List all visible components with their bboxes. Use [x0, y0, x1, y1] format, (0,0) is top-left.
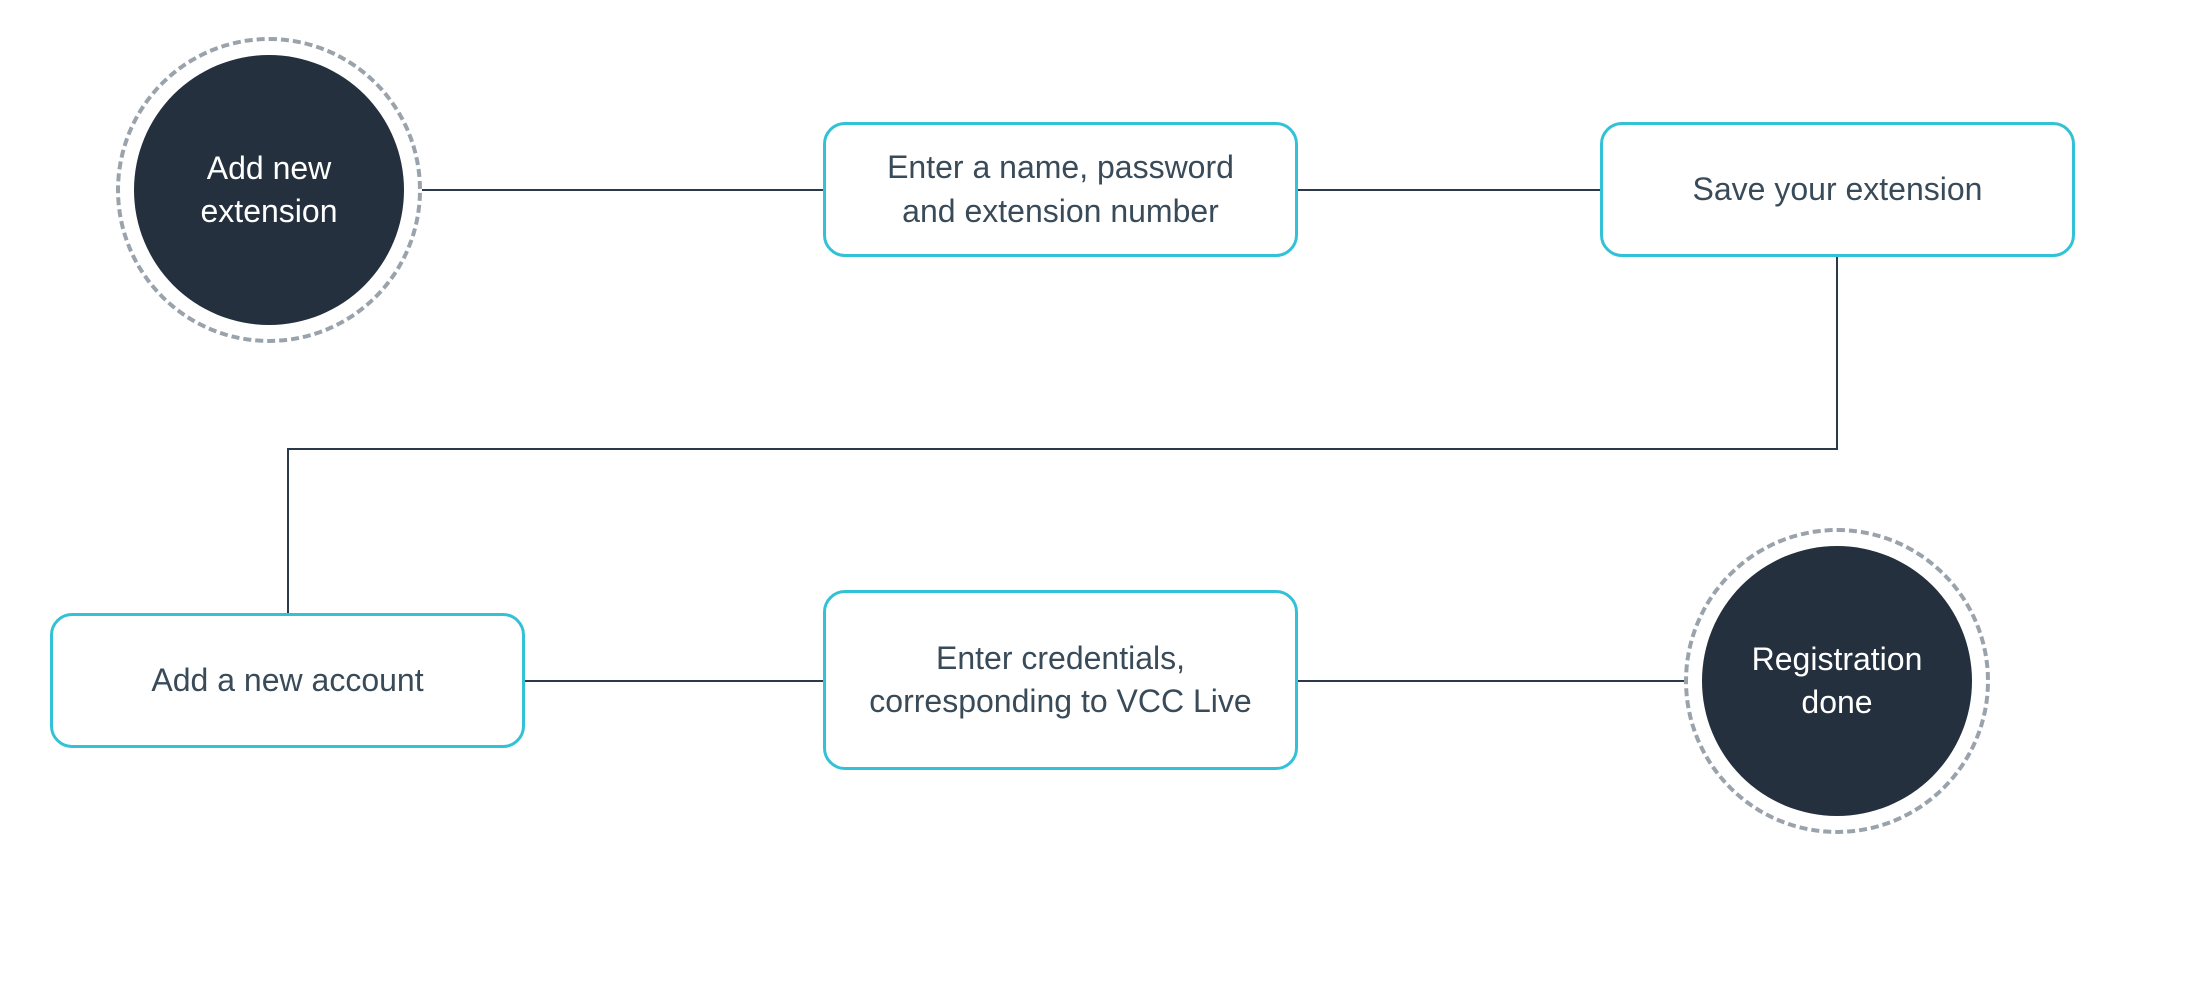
connector	[287, 448, 1838, 450]
start-label: Add new extension	[134, 55, 404, 325]
connector	[1298, 680, 1684, 682]
diagram-canvas: Add new extension Enter a name, password…	[0, 0, 2204, 998]
end-label: Registration done	[1702, 546, 1972, 816]
node-step3: Save your extension	[1600, 122, 2075, 257]
node-end: Registration done	[1684, 528, 1990, 834]
connector	[1298, 189, 1600, 191]
connector	[287, 448, 289, 613]
node-step5: Enter credentials, corresponding to VCC …	[823, 590, 1298, 770]
connector	[422, 189, 823, 191]
connector	[525, 680, 823, 682]
connector	[1836, 257, 1838, 450]
node-step2: Enter a name, password and extension num…	[823, 122, 1298, 257]
node-start: Add new extension	[116, 37, 422, 343]
node-step4: Add a new account	[50, 613, 525, 748]
